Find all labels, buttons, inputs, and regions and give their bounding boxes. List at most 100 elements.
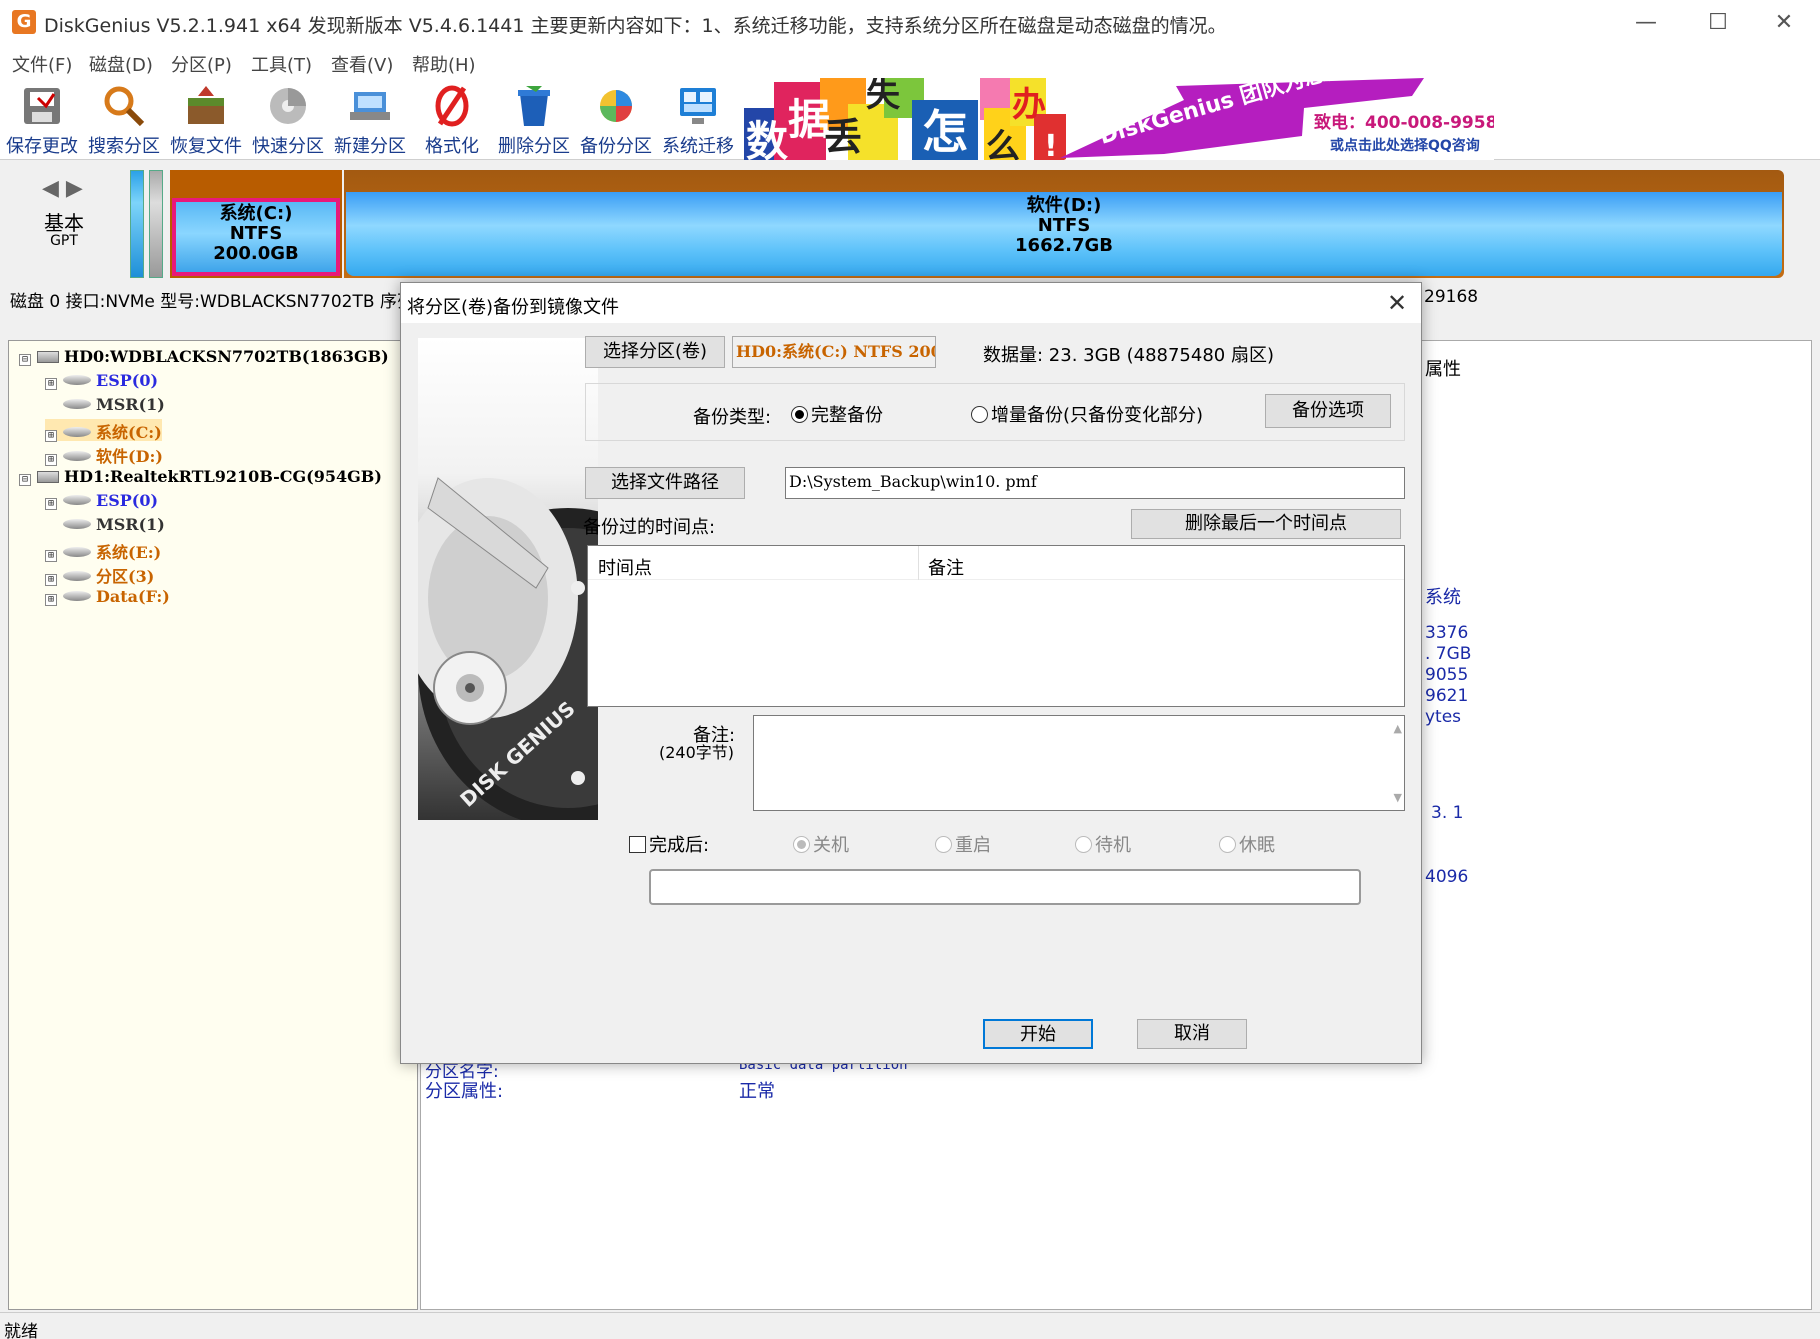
start-button[interactable]: 开始 (983, 1019, 1093, 1049)
delete-last-timepoint-button[interactable]: 删除最后一个时间点 (1131, 509, 1401, 539)
tree-partition-node[interactable]: ⊞ 软件(D:) (45, 443, 163, 466)
partition-block-esp[interactable] (130, 170, 144, 278)
radio-icon[interactable] (793, 836, 810, 853)
banner-char: 么 (986, 127, 1020, 160)
banner-char: ! (1044, 129, 1058, 160)
tree-node-label: ESP(0) (96, 371, 159, 390)
tree-partition-node[interactable]: ⊞ ESP(0) (45, 371, 158, 393)
tree-expander-icon[interactable]: ⊞ (45, 498, 57, 510)
tree-expander-icon[interactable]: ⊟ (19, 474, 31, 486)
tree-node-label: 软件(D:) (96, 447, 163, 466)
backup-options-button[interactable]: 备份选项 (1265, 394, 1391, 428)
file-path-input[interactable]: D:\System_Backup\win10. pmf (785, 467, 1405, 499)
partition-fs: NTFS (1037, 215, 1091, 236)
advertisement-banner[interactable]: 数 据 失 丢 怎 么 办 ! DiskGenius 团队为您服务 致电：400… (744, 78, 1494, 160)
cancel-button[interactable]: 取消 (1137, 1019, 1247, 1049)
tree-expander-icon[interactable]: ⊞ (45, 430, 57, 442)
dialog-close-button[interactable]: ✕ (1373, 283, 1421, 323)
disk-info-text: 磁盘 0 接口:NVMe 型号:WDBLACKSN7702TB 序列 (10, 292, 414, 312)
banner-graphic: 数 据 失 丢 怎 么 办 ! DiskGenius 团队为您服务 致电：400… (744, 78, 1494, 160)
minimize-button[interactable]: — (1610, 0, 1682, 46)
radio-icon[interactable] (971, 406, 988, 423)
partition-icon (63, 427, 91, 437)
tree-partition-node[interactable]: ⊞ 分区(3) (45, 563, 154, 586)
menu-tools[interactable]: 工具(T) (251, 51, 312, 77)
toolbar-format-button[interactable]: 格式化 (413, 82, 491, 158)
after-shutdown-radio[interactable]: 关机 (793, 831, 849, 857)
full-backup-radio[interactable]: 完整备份 (791, 401, 883, 427)
radio-icon[interactable] (1219, 836, 1236, 853)
title-bar: G DiskGenius V5.2.1.941 x64 发现新版本 V5.4.6… (0, 0, 1820, 46)
toolbar-backup-partition-button[interactable]: 备份分区 (577, 82, 655, 158)
menu-file[interactable]: 文件(F) (12, 51, 72, 77)
maximize-button[interactable]: ☐ (1682, 0, 1754, 46)
tree-expander-icon[interactable]: ⊞ (45, 574, 57, 586)
menu-partition[interactable]: 分区(P) (171, 51, 232, 77)
partition-icon (63, 547, 91, 557)
menu-view[interactable]: 查看(V) (331, 51, 393, 77)
after-complete-checkbox[interactable]: 完成后: (629, 831, 709, 857)
radio-icon[interactable] (1075, 836, 1092, 853)
column-timepoint[interactable]: 时间点 (598, 554, 652, 580)
dialog-title: 将分区(卷)备份到镜像文件 (407, 297, 620, 318)
partition-attr-label: 分区属性: (425, 1081, 504, 1102)
after-hibernate-radio[interactable]: 休眠 (1219, 831, 1275, 857)
toolbar-save-button[interactable]: 保存更改 (3, 82, 81, 158)
after-restart-radio[interactable]: 重启 (935, 831, 991, 857)
toolbar-recover-files-button[interactable]: 恢复文件 (167, 82, 245, 158)
radio-icon[interactable] (935, 836, 952, 853)
menu-disk[interactable]: 磁盘(D) (89, 51, 153, 77)
tree-partition-node[interactable]: ⊞ Data(F:) (45, 587, 170, 609)
partition-block-msr[interactable] (149, 170, 163, 278)
after-option-label: 休眠 (1239, 835, 1275, 856)
tree-expander-icon[interactable]: ⊞ (45, 550, 57, 562)
checkbox-icon[interactable] (629, 836, 646, 853)
tree-partition-node[interactable]: ⊞ 系统(C:) (45, 419, 162, 442)
tree-disk-node[interactable]: ⊟ HD1:RealtekRTL9210B-CG(954GB) (19, 467, 382, 489)
tree-partition-node[interactable]: ⊞ 系统(E:) (45, 539, 161, 562)
toolbar-search-partition-button[interactable]: 搜索分区 (85, 82, 163, 158)
scroll-down-icon[interactable]: ▼ (1394, 791, 1402, 804)
toolbar-quick-partition-button[interactable]: 快速分区 (249, 82, 327, 158)
tree-expander-icon[interactable]: ⊞ (45, 454, 57, 466)
detail-value: 3376 (1425, 623, 1469, 643)
tree-expander-icon[interactable]: ⊟ (19, 354, 31, 366)
incremental-backup-label: 增量备份(只备份变化部分) (991, 405, 1204, 426)
select-file-path-button[interactable]: 选择文件路径 (585, 467, 745, 499)
incremental-backup-radio[interactable]: 增量备份(只备份变化部分) (971, 401, 1203, 427)
backup-partition-dialog: 将分区(卷)备份到镜像文件 ✕ DISK GENIUS 选择分区(卷) HD0:… (400, 282, 1422, 1064)
toolbar-label: 搜索分区 (88, 136, 160, 157)
toolbar-delete-partition-button[interactable]: 删除分区 (495, 82, 573, 158)
disk-map: ◀ ▶ 基本 GPT 系统(C:) NTFS 200.0GB 软件(D:) NT… (0, 162, 1820, 282)
column-divider (918, 546, 919, 580)
recover-box-icon (188, 86, 224, 124)
tree-partition-node[interactable]: MSR(1) (45, 395, 165, 417)
app-logo-icon: G (12, 10, 36, 34)
dialog-title-bar: 将分区(卷)备份到镜像文件 ✕ (401, 283, 1421, 323)
note-textarea[interactable]: ▲ ▼ (753, 715, 1405, 811)
toolbar-label: 系统迁移 (662, 136, 734, 157)
select-partition-button[interactable]: 选择分区(卷) (585, 336, 725, 368)
detail-value: ytes (1425, 707, 1462, 727)
timepoints-list[interactable]: 时间点 备注 (587, 545, 1405, 707)
note-limit-label: (240字节) (659, 743, 735, 762)
tree-expander-icon[interactable]: ⊞ (45, 594, 57, 606)
radio-icon[interactable] (791, 406, 808, 423)
partition-block-c[interactable]: 系统(C:) NTFS 200.0GB (172, 198, 340, 276)
toolbar-system-migrate-button[interactable]: 系统迁移 (659, 82, 737, 158)
banner-char: 数 (746, 117, 788, 160)
toolbar-new-partition-button[interactable]: 新建分区 (331, 82, 409, 158)
menu-help[interactable]: 帮助(H) (412, 51, 476, 77)
tree-disk-node[interactable]: ⊟ HD0:WDBLACKSN7702TB(1863GB) (19, 347, 389, 369)
disk-tree-panel[interactable]: ⊟ HD0:WDBLACKSN7702TB(1863GB) ⊞ ESP(0) MSR(1… (8, 340, 418, 1310)
after-standby-radio[interactable]: 待机 (1075, 831, 1131, 857)
scroll-up-icon[interactable]: ▲ (1394, 722, 1402, 735)
tree-partition-node[interactable]: MSR(1) (45, 515, 165, 537)
partition-name: 软件(D:) (1026, 195, 1102, 216)
partition-block-d[interactable]: 软件(D:) NTFS 1662.7GB (346, 192, 1782, 276)
tree-expander-icon[interactable]: ⊞ (45, 378, 57, 390)
column-note[interactable]: 备注 (928, 554, 964, 580)
close-button[interactable]: ✕ (1748, 0, 1820, 46)
tree-partition-node[interactable]: ⊞ ESP(0) (45, 491, 158, 513)
disk-nav-arrows-icon[interactable]: ◀ ▶ (42, 176, 83, 201)
